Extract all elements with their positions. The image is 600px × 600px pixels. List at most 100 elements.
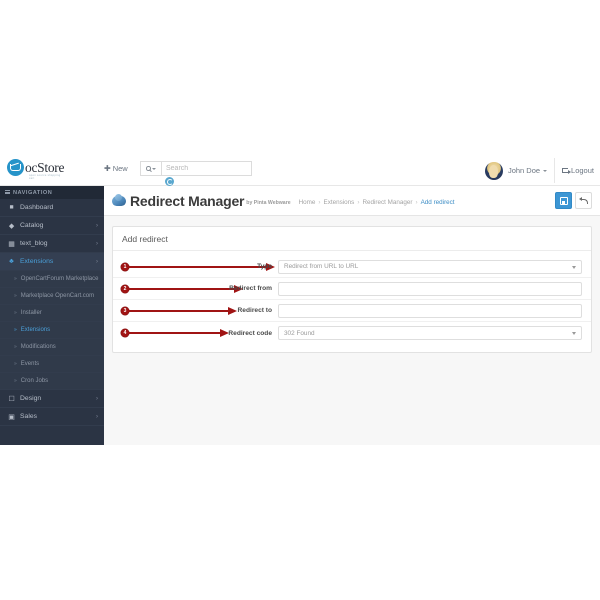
breadcrumb-separator: › [357,199,360,206]
page-header: Redirect Manager by Pinta Webware Home › E… [104,186,600,216]
sidebar-item-label: OpenCartForum Marketplace [20,276,99,282]
sidebar-item-label: Events [20,361,40,367]
panel-heading: Add redirect [113,227,591,251]
chevron-down-icon [151,167,156,170]
sidebar-item-dashboard[interactable]: ■ Dashboard [0,199,104,217]
sidebar-item-sales[interactable]: ▣ Sales › [0,408,104,426]
logout-button[interactable]: Logout [562,166,594,175]
brand-store: Store [37,159,65,175]
tag-icon: ◆ [8,222,15,230]
form-row: 4 Redirect code 302 Found [113,322,591,344]
sidebar-item-label: Cron Jobs [20,378,49,384]
sidebar-item-text-blog[interactable]: ▦ text_blog › [0,235,104,253]
new-button-label: New [112,164,128,173]
search-loading-spinner-icon [165,177,174,186]
sidebar-item-label: Extensions [20,258,54,265]
redirect-manager-logo-icon [112,193,127,208]
page-header-actions [555,192,592,209]
breadcrumb-item[interactable]: Add redirect [421,199,455,206]
dashboard-icon: ■ [9,204,14,211]
sidebar-item-marketplace-opencart-com[interactable]: » Marketplace OpenCart.com [0,288,104,305]
sidebar-item-modifications[interactable]: » Modifications [0,339,104,356]
back-button[interactable] [575,192,592,209]
site-logo[interactable]: ocStore open source shopping cart [7,159,64,180]
sidebar-item-installer[interactable]: » Installer [0,305,104,322]
type-select[interactable]: Redirect from URL to URL [278,259,582,274]
breadcrumb-item[interactable]: Extensions [324,199,355,206]
redirect-code-select[interactable]: 302 Found [278,326,582,340]
page-title: Redirect Manager [130,192,245,209]
chevron-right-icon: » [14,327,17,333]
user-menu[interactable]: John Doe [507,158,556,183]
user-name-label: John Doe [507,166,541,175]
sidebar-header: NAVIGATION [0,186,104,199]
breadcrumb-item[interactable]: Redirect Manager [362,199,412,206]
redirect-from-input[interactable] [278,281,582,296]
monitor-icon: ☐ [8,395,15,403]
sidebar-item-label: Catalog [20,222,44,229]
avatar [484,161,503,180]
add-redirect-panel: Add redirect 1 Type Redirect from URL to U… [112,226,592,353]
field-label: Redirect to [237,307,272,314]
brand-tagline: open source shopping cart [29,174,61,180]
sidebar-item-label: Modifications [20,344,56,350]
chevron-right-icon: › [96,222,98,229]
sidebar-item-label: Sales [20,413,38,420]
sidebar-item-events[interactable]: » Events [0,356,104,373]
save-button[interactable] [555,192,572,209]
sidebar-item-extensions[interactable]: ♣ Extensions › [0,253,104,271]
sidebar-item-extensions[interactable]: » Extensions [0,322,104,339]
back-arrow-icon [579,197,588,204]
sidebar-item-label: Marketplace OpenCart.com [20,293,95,299]
chevron-down-icon [572,265,576,269]
redirect-to-input[interactable] [278,303,582,318]
chevron-down-icon [543,169,548,172]
breadcrumb-separator: › [415,199,418,206]
breadcrumb-item[interactable]: Home [299,199,316,206]
search-input[interactable] [162,161,252,176]
search-icon [146,166,151,171]
form-row: 1 Type Redirect from URL to URL [113,256,591,278]
sidebar-item-opencartforum-marketplace[interactable]: » OpenCartForum Marketplace [0,271,104,288]
type-value: Redirect from URL to URL [284,263,359,270]
chevron-right-icon: › [96,413,98,420]
sidebar-item-design[interactable]: ☐ Design › [0,390,104,408]
breadcrumb: Home › Extensions › Redirect Manager › Add red… [299,199,455,206]
chevron-right-icon: › [96,258,98,265]
sidebar-item-label: Dashboard [20,204,54,211]
sidebar-item-catalog[interactable]: ◆ Catalog › [0,217,104,235]
breadcrumb-separator: › [318,199,321,206]
sidebar-item-cron-jobs[interactable]: » Cron Jobs [0,373,104,390]
main-content: Redirect Manager by Pinta Webware Home › E… [104,186,600,445]
sidebar-item-label: Design [20,395,42,402]
brand-oc: oc [25,159,38,175]
form-row: 3 Redirect to [113,300,591,322]
sidebar-header-label: NAVIGATION [13,189,53,196]
chevron-right-icon: » [14,276,17,282]
logout-icon [562,168,572,174]
user-area: John Doe Logout [484,158,594,183]
chevron-right-icon: › [96,240,98,247]
sidebar: NAVIGATION ■ Dashboard ◆ Catalog › ▦ text_blog… [0,186,104,445]
brand-text: ocStore [25,161,64,175]
floppy-disk-icon [559,196,568,205]
plus-icon: ✚ [104,163,111,173]
redirect-code-value: 302 Found [284,329,315,337]
top-header-bar: ocStore open source shopping cart ✚ New … [0,155,600,186]
sidebar-item-label: Installer [20,310,42,316]
cart-icon: ▣ [8,413,15,421]
admin-app: ocStore open source shopping cart ✚ New … [0,155,600,445]
chevron-down-icon [572,332,576,335]
field-label: Type [257,263,272,270]
form-row: 2 Redirect from [113,278,591,300]
search-filter-dropdown[interactable] [140,161,162,176]
page-byline: by Pinta Webware [246,200,291,206]
sidebar-nav-list: ■ Dashboard ◆ Catalog › ▦ text_blog › ♣ Extension… [0,199,104,426]
new-button[interactable]: ✚ New [104,164,128,173]
puzzle-icon: ♣ [9,258,14,265]
logout-label: Logout [571,166,594,175]
field-label: Redirect from [229,285,272,292]
chevron-right-icon: » [14,344,17,350]
sidebar-item-label: text_blog [20,240,48,247]
book-icon: ▦ [8,240,15,248]
